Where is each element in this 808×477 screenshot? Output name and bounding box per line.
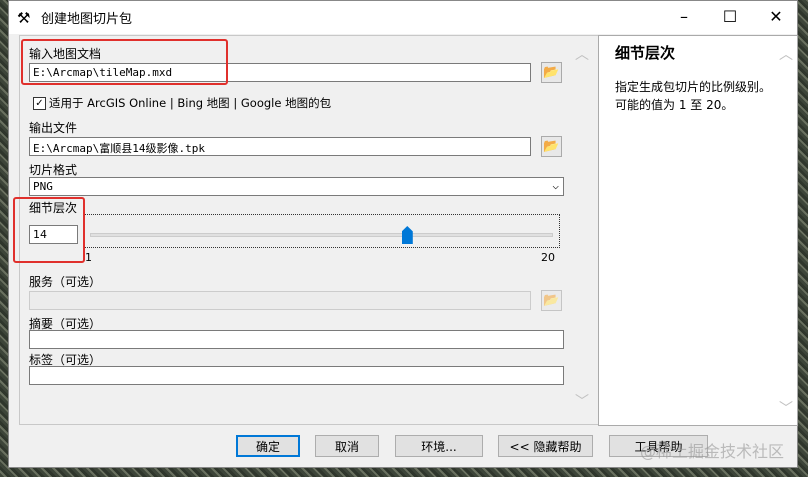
browse-output-button[interactable]: 📂 xyxy=(541,136,562,157)
folder-icon: 📂 xyxy=(543,65,560,80)
folder-icon: 📂 xyxy=(543,293,560,308)
browse-input-button[interactable]: 📂 xyxy=(541,62,562,83)
hammer-icon: ⚒ xyxy=(17,8,31,27)
slider-min-label: 1 xyxy=(85,251,92,264)
tags-field[interactable] xyxy=(29,366,564,385)
minimize-button[interactable]: – xyxy=(661,1,707,31)
help-panel: 细节层次 指定生成包切片的比例级别。可能的值为 1 至 20。 ︿ ﹀ xyxy=(598,35,798,426)
window-title: 创建地图切片包 xyxy=(41,12,133,27)
checkbox-checked-icon[interactable]: ✓ xyxy=(33,96,46,110)
scroll-up-icon[interactable]: ︿ xyxy=(575,44,589,64)
watermark: @稀土掘金技术社区 xyxy=(640,442,785,461)
title-bar: ⚒ 创建地图切片包 – ☐ ✕ xyxy=(9,1,797,34)
arcgis-online-checkbox[interactable]: ✓ 适用于 ArcGIS Online | Bing 地图 | Google 地… xyxy=(33,95,331,111)
format-label: 切片格式 xyxy=(29,163,78,177)
dialog-window: ⚒ 创建地图切片包 – ☐ ✕ ︿ ﹀ 输入地图文档 E:\Arcmap\til… xyxy=(8,0,798,468)
maximize-button[interactable]: ☐ xyxy=(707,1,753,31)
help-scroll-down-icon[interactable]: ﹀ xyxy=(779,398,793,418)
cancel-button[interactable]: 取消 xyxy=(315,435,379,457)
scroll-down-icon[interactable]: ﹀ xyxy=(575,391,589,411)
close-button[interactable]: ✕ xyxy=(753,1,799,31)
help-title: 细节层次 xyxy=(615,44,676,62)
ok-button[interactable]: 确定 xyxy=(236,435,300,457)
service-label: 服务（可选） xyxy=(29,275,102,289)
chevron-down-icon: ⌵ xyxy=(552,179,559,192)
environments-button[interactable]: 环境... xyxy=(395,435,483,457)
summary-field[interactable] xyxy=(29,330,564,349)
hide-help-button[interactable]: << 隐藏帮助 xyxy=(498,435,593,457)
help-text: 指定生成包切片的比例级别。可能的值为 1 至 20。 xyxy=(615,80,772,112)
format-value: PNG xyxy=(33,180,53,193)
highlight-box xyxy=(13,197,85,263)
slider-track xyxy=(90,233,553,237)
folder-icon: 📂 xyxy=(543,139,560,154)
checkbox-label: 适用于 ArcGIS Online | Bing 地图 | Google 地图的… xyxy=(49,96,332,110)
highlight-box xyxy=(21,39,228,85)
service-field xyxy=(29,291,531,310)
format-select[interactable]: PNG ⌵ xyxy=(29,177,564,196)
lod-slider[interactable] xyxy=(83,214,560,248)
output-label: 输出文件 xyxy=(29,121,78,135)
slider-thumb[interactable] xyxy=(401,226,413,244)
output-field[interactable]: E:\Arcmap\富顺县14级影像.tpk xyxy=(29,137,531,156)
slider-max-label: 20 xyxy=(541,251,555,264)
help-scroll-up-icon[interactable]: ︿ xyxy=(779,44,793,64)
browse-service-button: 📂 xyxy=(541,290,562,311)
